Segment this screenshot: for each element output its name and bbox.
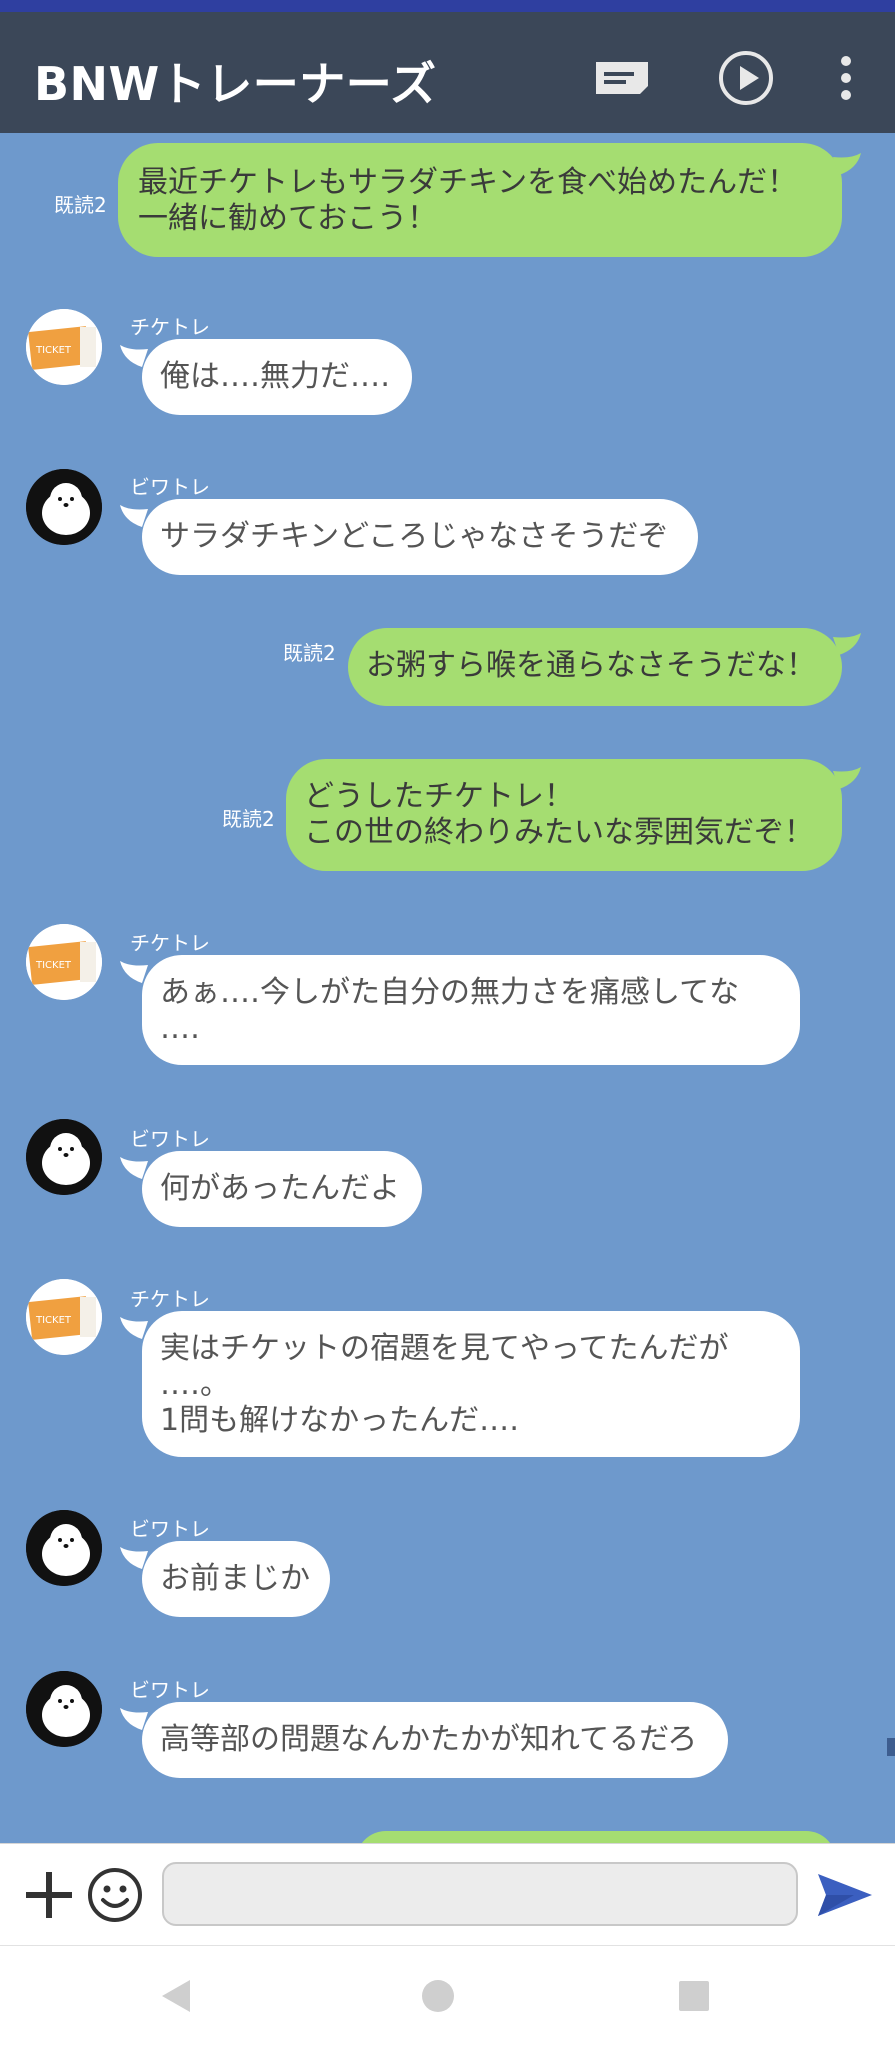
- more-icon[interactable]: [834, 52, 858, 104]
- sender-name: ビワトレ: [130, 1127, 210, 1151]
- chat-header: BNWトレーナーズ: [0, 12, 895, 133]
- dog-avatar[interactable]: [26, 1510, 102, 1586]
- message-text: 実はチケットの宿題を見てやってたんだが ‥‥。 1問も解けなかったんだ‥‥: [160, 1331, 729, 1438]
- notes-icon[interactable]: [592, 56, 652, 100]
- message-text: 高等部の問題なんかたかが知れてるだろ: [160, 1722, 698, 1757]
- send-icon[interactable]: [814, 1868, 876, 1922]
- other-message-bubble[interactable]: あぁ‥‥今しがた自分の無力さを痛感してな ‥‥: [142, 955, 800, 1065]
- ticket-avatar[interactable]: TICKET: [26, 1279, 102, 1355]
- sender-name: ビワトレ: [130, 475, 210, 499]
- sender-name: チケトレ: [130, 931, 210, 955]
- other-message-bubble[interactable]: 高等部の問題なんかたかが知れてるだろ: [142, 1702, 728, 1778]
- dog-avatar[interactable]: [26, 1119, 102, 1195]
- dog-avatar[interactable]: [26, 469, 102, 545]
- message-text: お粥すら喉を通らなさそうだな！: [366, 648, 816, 683]
- message-input[interactable]: [162, 1862, 798, 1926]
- my-message-bubble[interactable]: お粥すら喉を通らなさそうだな！: [348, 628, 842, 706]
- emoji-icon[interactable]: [86, 1866, 144, 1924]
- my-message-bubble[interactable]: どうしたチケトレ！ この世の終わりみたいな雰囲気だぞ！: [286, 759, 842, 871]
- message-text: お前まじか: [160, 1561, 310, 1596]
- home-icon[interactable]: [420, 1978, 456, 2014]
- other-message-bubble[interactable]: お前まじか: [142, 1541, 330, 1617]
- other-message-bubble[interactable]: サラダチキンどころじゃなさそうだぞ: [142, 499, 698, 575]
- message-input-bar: [0, 1843, 895, 1946]
- back-icon[interactable]: [156, 1976, 196, 2016]
- message-text: 何があったんだよ: [160, 1171, 400, 1206]
- bubble-tail: [833, 767, 861, 789]
- svg-text:TICKET: TICKET: [35, 1315, 72, 1326]
- recents-icon[interactable]: [676, 1978, 712, 2014]
- status-strip: [0, 0, 895, 12]
- message-text: サラダチキンどころじゃなさそうだぞ: [160, 519, 669, 554]
- message-text: あぁ‥‥今しがた自分の無力さを痛感してな ‥‥: [160, 975, 740, 1046]
- sender-name: チケトレ: [130, 315, 210, 339]
- read-receipt: 既読2: [222, 807, 275, 831]
- other-message-bubble[interactable]: 俺は‥‥無力だ‥‥: [142, 339, 412, 415]
- sender-name: チケトレ: [130, 1287, 210, 1311]
- other-message-bubble[interactable]: 何があったんだよ: [142, 1151, 422, 1227]
- my-message-bubble[interactable]: [356, 1831, 836, 1843]
- read-receipt: 既読2: [54, 193, 107, 217]
- message-text: 最近チケトレもサラダチキンを食べ始めたんだ！ 一緒に勧めておこう！: [138, 165, 798, 236]
- my-message-bubble[interactable]: 最近チケトレもサラダチキンを食べ始めたんだ！ 一緒に勧めておこう！: [118, 143, 842, 257]
- plus-icon[interactable]: [22, 1868, 76, 1922]
- bubble-tail: [833, 633, 861, 655]
- message-text: 俺は‥‥無力だ‥‥: [160, 359, 391, 394]
- ticket-avatar[interactable]: TICKET: [26, 924, 102, 1000]
- play-icon[interactable]: [718, 50, 774, 106]
- message-text: どうしたチケトレ！ この世の終わりみたいな雰囲気だぞ！: [304, 779, 814, 850]
- chat-title: BNWトレーナーズ: [34, 57, 437, 111]
- svg-text:TICKET: TICKET: [35, 345, 72, 356]
- sender-name: ビワトレ: [130, 1678, 210, 1702]
- ticket-avatar[interactable]: TICKET: [26, 309, 102, 385]
- dog-avatar[interactable]: [26, 1671, 102, 1747]
- sender-name: ビワトレ: [130, 1517, 210, 1541]
- read-receipt: 既読2: [283, 641, 336, 665]
- system-nav-bar: [0, 1945, 895, 2049]
- chat-area[interactable]: 既読2 最近チケトレもサラダチキンを食べ始めたんだ！ 一緒に勧めておこう！ TI…: [0, 133, 895, 1843]
- scrollbar-thumb[interactable]: [887, 1738, 895, 1756]
- bubble-tail: [833, 153, 861, 175]
- other-message-bubble[interactable]: 実はチケットの宿題を見てやってたんだが ‥‥。 1問も解けなかったんだ‥‥: [142, 1311, 800, 1457]
- svg-text:TICKET: TICKET: [35, 960, 72, 971]
